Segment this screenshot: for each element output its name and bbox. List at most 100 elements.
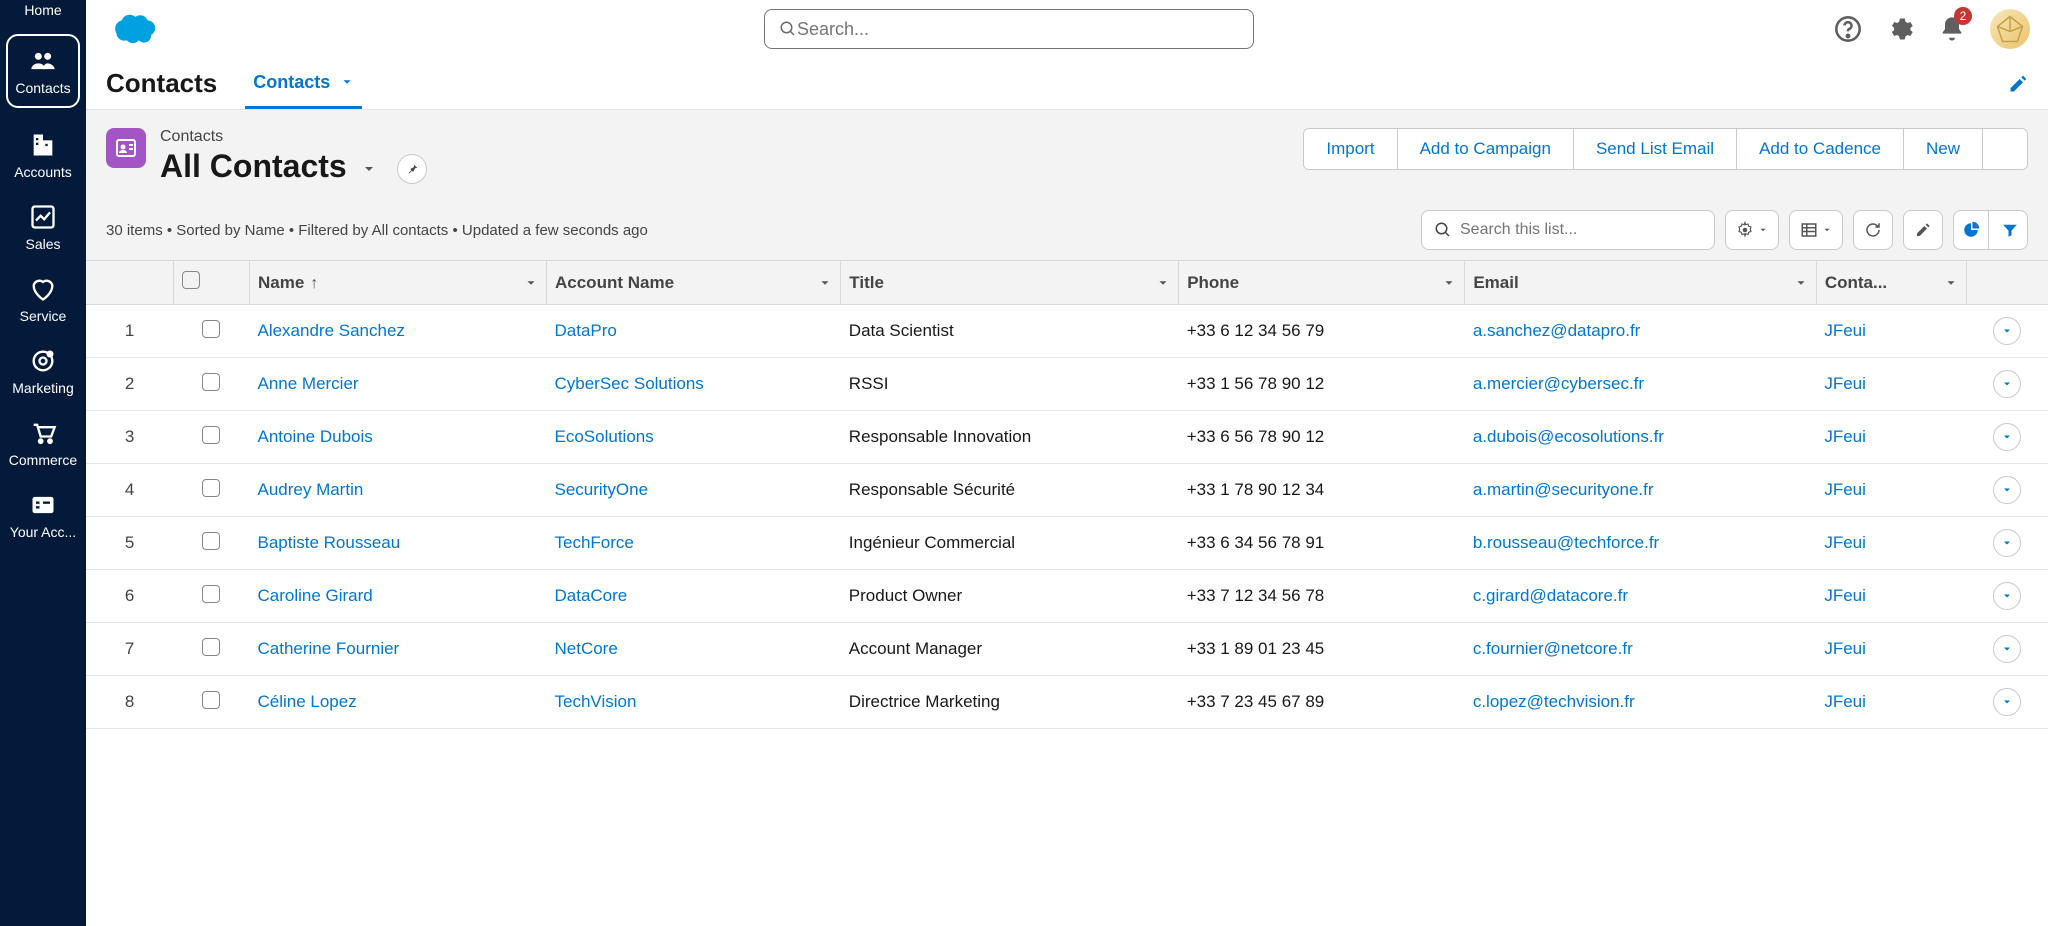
row-actions-menu[interactable] — [1993, 688, 2021, 716]
col-name[interactable]: Name↑ — [249, 261, 546, 305]
inline-edit-button[interactable] — [1903, 210, 1943, 250]
import-button[interactable]: Import — [1304, 129, 1397, 169]
owner-link[interactable]: JFeui — [1824, 374, 1866, 393]
help-icon[interactable] — [1834, 15, 1862, 43]
contact-email-link[interactable]: c.lopez@techvision.fr — [1473, 692, 1635, 711]
account-name-link[interactable]: SecurityOne — [555, 480, 649, 499]
search-list-input[interactable] — [1460, 221, 1702, 239]
row-actions-menu[interactable] — [1993, 423, 2021, 451]
account-name-link[interactable]: EcoSolutions — [555, 427, 654, 446]
contact-email-link[interactable]: a.sanchez@datapro.fr — [1473, 321, 1641, 340]
row-checkbox[interactable] — [202, 320, 220, 338]
row-checkbox[interactable] — [202, 532, 220, 550]
display-as-button[interactable] — [1789, 210, 1843, 250]
global-search-input[interactable] — [797, 19, 1239, 40]
contact-name-link[interactable]: Anne Mercier — [257, 374, 358, 393]
owner-link[interactable]: JFeui — [1824, 692, 1866, 711]
contact-email-link[interactable]: c.girard@datacore.fr — [1473, 586, 1628, 605]
col-title[interactable]: Title — [841, 261, 1179, 305]
global-search[interactable] — [764, 9, 1254, 49]
row-number: 6 — [86, 570, 173, 623]
column-menu-icon[interactable] — [818, 276, 832, 290]
new-button[interactable]: New — [1904, 129, 1983, 169]
column-menu-icon[interactable] — [524, 276, 538, 290]
nav-item-marketing[interactable]: Marketing — [0, 336, 86, 408]
account-name-link[interactable]: DataPro — [555, 321, 617, 340]
contact-name-link[interactable]: Baptiste Rousseau — [257, 533, 400, 552]
table-row: 6Caroline GirardDataCoreProduct Owner+33… — [86, 570, 2048, 623]
owner-link[interactable]: JFeui — [1824, 480, 1866, 499]
nav-item-commerce[interactable]: Commerce — [0, 408, 86, 480]
edit-pencil-icon[interactable] — [2008, 74, 2028, 94]
user-avatar[interactable] — [1990, 9, 2030, 49]
row-actions-menu[interactable] — [1993, 317, 2021, 345]
row-actions-menu[interactable] — [1993, 635, 2021, 663]
add-to-campaign-button[interactable]: Add to Campaign — [1398, 129, 1574, 169]
object-tab-contacts[interactable]: Contacts — [245, 58, 362, 109]
owner-link[interactable]: JFeui — [1824, 427, 1866, 446]
contact-phone: +33 7 12 34 56 78 — [1179, 570, 1465, 623]
owner-link[interactable]: JFeui — [1824, 321, 1866, 340]
listview-picker[interactable]: All Contacts — [160, 148, 427, 190]
column-menu-icon[interactable] — [1944, 276, 1958, 290]
nav-item-home[interactable]: Home — [0, 0, 86, 24]
account-name-link[interactable]: NetCore — [555, 639, 618, 658]
account-name-link[interactable]: TechForce — [555, 533, 634, 552]
owner-link[interactable]: JFeui — [1824, 533, 1866, 552]
contact-name-link[interactable]: Catherine Fournier — [257, 639, 399, 658]
nav-item-accounts[interactable]: Accounts — [0, 120, 86, 192]
row-checkbox[interactable] — [202, 691, 220, 709]
filter-button[interactable] — [1993, 211, 2027, 249]
row-actions-menu[interactable] — [1993, 370, 2021, 398]
pin-button[interactable] — [397, 154, 427, 184]
col-account[interactable]: Account Name — [547, 261, 841, 305]
row-actions-menu[interactable] — [1993, 529, 2021, 557]
nav-item-contacts[interactable]: Contacts — [0, 24, 86, 120]
notifications-bell-icon[interactable]: 2 — [1938, 15, 1966, 43]
row-checkbox[interactable] — [202, 479, 220, 497]
owner-link[interactable]: JFeui — [1824, 586, 1866, 605]
search-list[interactable] — [1421, 210, 1715, 250]
row-actions-menu[interactable] — [1993, 582, 2021, 610]
send-list-email-button[interactable]: Send List Email — [1574, 129, 1737, 169]
setup-gear-icon[interactable] — [1886, 15, 1914, 43]
contact-email-link[interactable]: a.martin@securityone.fr — [1473, 480, 1654, 499]
row-actions-menu[interactable] — [1993, 476, 2021, 504]
row-checkbox[interactable] — [202, 373, 220, 391]
chart-button[interactable] — [1954, 211, 1989, 249]
list-controls-gear[interactable] — [1725, 210, 1779, 250]
contacts-icon — [28, 46, 58, 76]
more-actions-dropdown[interactable] — [1983, 129, 2027, 169]
contact-name-link[interactable]: Alexandre Sanchez — [257, 321, 404, 340]
contact-name-link[interactable]: Caroline Girard — [257, 586, 372, 605]
owner-link[interactable]: JFeui — [1824, 639, 1866, 658]
row-checkbox[interactable] — [202, 585, 220, 603]
contact-name-link[interactable]: Audrey Martin — [257, 480, 363, 499]
contact-name-link[interactable]: Céline Lopez — [257, 692, 356, 711]
nav-item-your-account[interactable]: Your Acc... — [0, 480, 86, 552]
add-to-cadence-button[interactable]: Add to Cadence — [1737, 129, 1904, 169]
row-checkbox[interactable] — [202, 638, 220, 656]
column-menu-icon[interactable] — [1442, 276, 1456, 290]
contact-email-link[interactable]: b.rousseau@techforce.fr — [1473, 533, 1659, 552]
salesforce-logo[interactable] — [104, 10, 160, 48]
col-email[interactable]: Email — [1465, 261, 1817, 305]
nav-item-sales[interactable]: Sales — [0, 192, 86, 264]
column-menu-icon[interactable] — [1794, 276, 1808, 290]
row-checkbox[interactable] — [202, 426, 220, 444]
contact-email-link[interactable]: a.mercier@cybersec.fr — [1473, 374, 1644, 393]
refresh-button[interactable] — [1853, 210, 1893, 250]
column-menu-icon[interactable] — [1156, 276, 1170, 290]
main-area: 2 Contacts Contacts Contacts All Contac — [86, 0, 2048, 926]
select-all-checkbox[interactable] — [182, 271, 200, 289]
contact-name-link[interactable]: Antoine Dubois — [257, 427, 372, 446]
col-phone[interactable]: Phone — [1179, 261, 1465, 305]
contact-email-link[interactable]: a.dubois@ecosolutions.fr — [1473, 427, 1664, 446]
account-name-link[interactable]: CyberSec Solutions — [555, 374, 704, 393]
nav-item-service[interactable]: Service — [0, 264, 86, 336]
listview-header: Contacts All Contacts Import Add to Camp… — [86, 110, 2048, 260]
col-owner[interactable]: Conta... — [1816, 261, 1966, 305]
account-name-link[interactable]: DataCore — [555, 586, 628, 605]
contact-email-link[interactable]: c.fournier@netcore.fr — [1473, 639, 1633, 658]
account-name-link[interactable]: TechVision — [555, 692, 637, 711]
